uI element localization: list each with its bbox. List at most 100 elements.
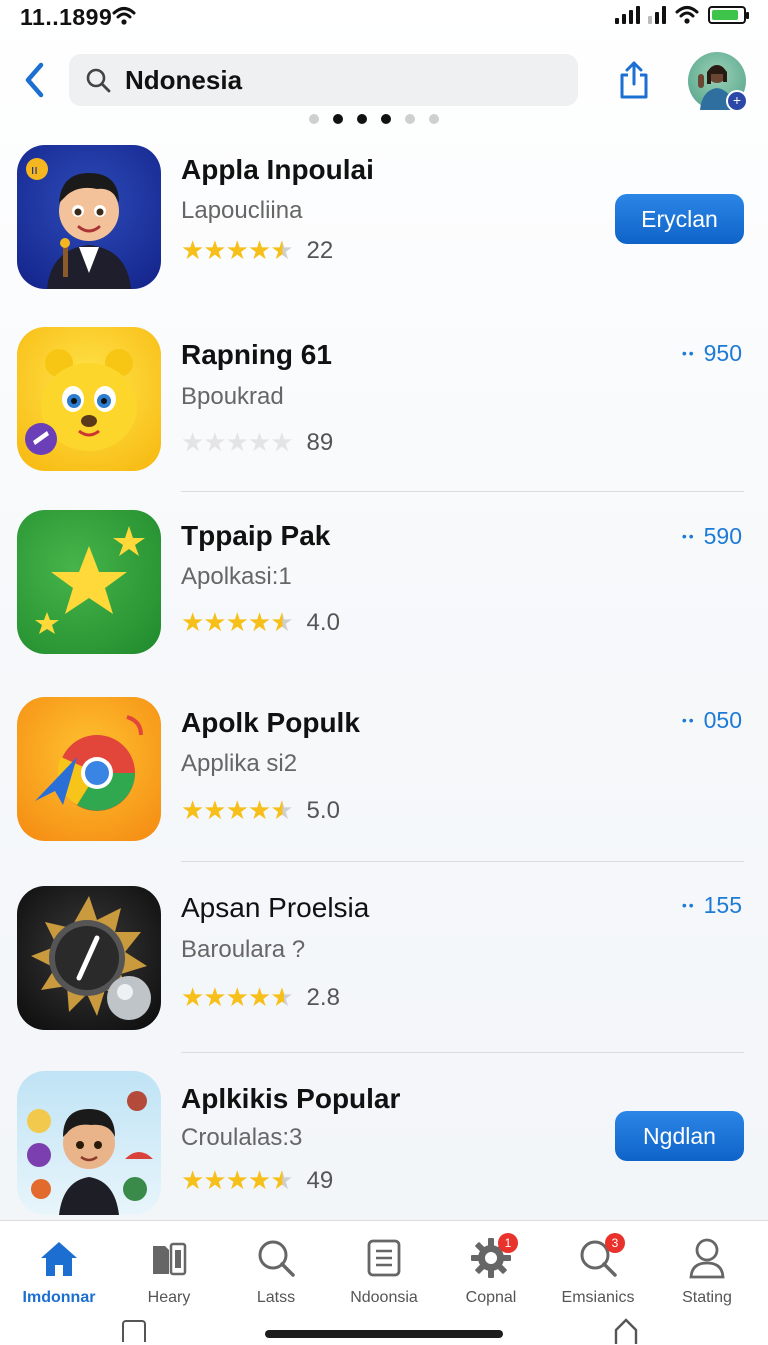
page-indicator[interactable]	[309, 114, 439, 124]
document-icon	[367, 1239, 401, 1277]
tab-label: Copnal	[465, 1289, 517, 1306]
wifi-icon	[112, 7, 136, 25]
share-button[interactable]	[612, 58, 656, 102]
app-title[interactable]: Aplkikis Popular	[181, 1083, 400, 1115]
app-title[interactable]: Apolk Populk	[181, 707, 360, 739]
price-value[interactable]: 950	[704, 340, 742, 366]
app-rating: ★★★★★ 2.8	[181, 982, 340, 1013]
get-button[interactable]: Ngdlan	[615, 1111, 744, 1161]
tab-search-2[interactable]: 3 Emsianics	[543, 1233, 653, 1307]
app-rating: ★★★★★ 49	[181, 1165, 333, 1196]
cellular-signal-icon-2	[648, 6, 666, 24]
app-rating: ★★★★★ 5.0	[181, 795, 340, 826]
rating-count: 2.8	[306, 983, 340, 1011]
app-icon-browser[interactable]	[17, 697, 161, 841]
tab-profile[interactable]: Stating	[652, 1235, 762, 1307]
share-icon	[620, 61, 648, 99]
apps-icon	[153, 1242, 187, 1276]
star-rating-icon: ★★★★★	[181, 235, 294, 265]
page-dot	[381, 114, 391, 124]
app-rating: ★★★★★ 22	[181, 235, 333, 266]
star-rating-icon: ★★★★★	[181, 427, 294, 457]
app-rating: ★★★★★ 4.0	[181, 607, 340, 638]
list-item[interactable]: Apsan Proelsia Baroulara ? ★★★★★ 2.8 •• 1…	[0, 886, 768, 1046]
svg-text:ıı: ıı	[31, 163, 38, 177]
app-title[interactable]: Apsan Proelsia	[181, 892, 369, 924]
app-subtitle: Baroulara ?	[181, 936, 306, 963]
tab-home[interactable]: Imdonnar	[4, 1235, 114, 1307]
price-value[interactable]: 590	[704, 523, 742, 549]
cellular-signal-icon	[615, 6, 640, 24]
status-bar: 11..1899	[0, 0, 768, 34]
rating-count: 49	[306, 1166, 334, 1194]
list-item[interactable]: Rapning 61 Bpoukrad ★★★★★ 89 •• 950	[0, 327, 768, 487]
home-indicator[interactable]	[265, 1330, 503, 1338]
star-rating-icon: ★★★★★	[181, 795, 294, 825]
price-label[interactable]: •• 050	[682, 707, 742, 734]
tab-label: Emsianics	[561, 1289, 635, 1306]
app-icon-compass[interactable]	[17, 886, 161, 1030]
tabs-overview-icon[interactable]	[122, 1320, 146, 1342]
search-field[interactable]: Ndonesia	[69, 54, 578, 106]
app-title[interactable]: Tppaip Pak	[181, 520, 330, 552]
wifi-icon-right	[675, 6, 699, 24]
app-subtitle: Apolkasi:1	[181, 563, 292, 590]
profile-avatar[interactable]: +	[688, 52, 748, 112]
star-rating-icon: ★★★★★	[181, 607, 294, 637]
back-button[interactable]	[14, 58, 54, 102]
battery-icon	[708, 6, 749, 24]
price-label[interactable]: •• 155	[682, 892, 742, 919]
tab-document[interactable]: Ndoonsia	[329, 1235, 439, 1307]
person-icon	[689, 1238, 725, 1279]
tab-label: Imdonnar	[22, 1289, 96, 1306]
add-badge: +	[726, 90, 748, 112]
rating-count: 22	[306, 236, 334, 264]
app-subtitle: Croulalas:3	[181, 1124, 303, 1151]
page-dot	[429, 114, 439, 124]
search-query[interactable]: Ndonesia	[125, 65, 242, 96]
app-icon-cartoon-man[interactable]: ıı	[17, 145, 161, 289]
app-icon-stars[interactable]	[17, 510, 161, 654]
app-subtitle: Bpoukrad	[181, 383, 284, 410]
get-button[interactable]: Eryclan	[615, 194, 744, 244]
page-dot	[405, 114, 415, 124]
tab-label: Ndoonsia	[350, 1289, 418, 1306]
divider	[181, 1052, 744, 1053]
tab-label: Stating	[682, 1289, 732, 1306]
app-icon-yellow-bear[interactable]	[17, 327, 161, 471]
tab-settings[interactable]: 1 Copnal	[436, 1233, 546, 1307]
price-value[interactable]: 050	[704, 707, 742, 733]
app-title[interactable]: Appla Inpoulai	[181, 154, 374, 186]
notification-badge: 3	[605, 1233, 625, 1253]
list-item[interactable]: ıı Appla Inpoulai Lapoucliina ★★★★★ 22 E…	[0, 145, 768, 305]
app-icon-cartoon-boy[interactable]	[17, 1071, 161, 1215]
share-icon-bottom[interactable]	[612, 1316, 640, 1344]
price-value[interactable]: 155	[704, 892, 742, 918]
chevron-left-icon	[25, 62, 44, 98]
star-rating-icon: ★★★★★	[181, 1165, 294, 1195]
list-item[interactable]: Tppaip Pak Apolkasi:1 ★★★★★ 4.0 •• 590	[0, 510, 768, 670]
search-icon	[258, 1240, 295, 1277]
app-subtitle: Lapoucliina	[181, 197, 303, 224]
divider	[181, 861, 744, 862]
page-dot	[357, 114, 367, 124]
list-item[interactable]: Aplkikis Popular Croulalas:3 ★★★★★ 49 Ng…	[0, 1071, 768, 1219]
app-title[interactable]: Rapning 61	[181, 339, 332, 371]
search-icon	[86, 68, 111, 93]
tab-search[interactable]: Latss	[221, 1235, 331, 1307]
price-label[interactable]: •• 590	[682, 523, 742, 550]
tab-bar: Imdonnar Heary Latss Ndoonsia 1 Copnal 3…	[0, 1220, 768, 1345]
rating-count: 89	[306, 428, 334, 456]
notification-badge: 1	[498, 1233, 518, 1253]
divider	[181, 491, 744, 492]
tab-label: Heary	[147, 1289, 191, 1306]
page-dot	[309, 114, 319, 124]
home-icon	[41, 1242, 77, 1276]
app-rating: ★★★★★ 89	[181, 427, 333, 458]
status-time: 11..1899	[20, 4, 113, 30]
rating-count: 4.0	[306, 608, 340, 636]
tab-apps[interactable]: Heary	[114, 1235, 224, 1307]
price-label[interactable]: •• 950	[682, 340, 742, 367]
page-dot	[333, 114, 343, 124]
list-item[interactable]: Apolk Populk Applika si2 ★★★★★ 5.0 •• 050	[0, 697, 768, 857]
